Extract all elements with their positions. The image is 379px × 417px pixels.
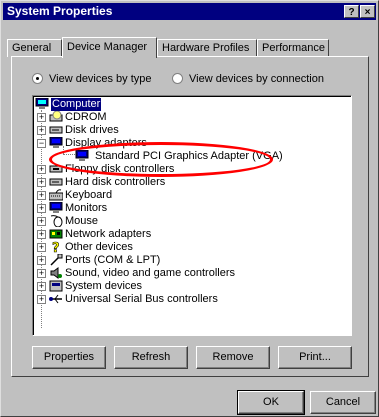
tree-item-label: CDROM <box>65 111 107 123</box>
remove-button[interactable]: Remove <box>196 346 270 369</box>
disk-drive-icon <box>49 126 63 134</box>
highlight-ellipse <box>49 142 273 177</box>
expand-toggle[interactable]: + <box>37 204 46 213</box>
expand-toggle[interactable]: + <box>37 269 46 278</box>
tree-item-label: Sound, video and game controllers <box>65 267 235 279</box>
expand-toggle[interactable]: + <box>37 217 46 226</box>
expand-toggle[interactable]: + <box>37 113 46 122</box>
display-adapter-icon <box>49 137 63 148</box>
tree-item-label: Universal Serial Bus controllers <box>65 293 218 305</box>
properties-button[interactable]: Properties <box>32 346 106 369</box>
svg-text:?: ? <box>52 241 60 253</box>
mouse-icon <box>50 215 63 227</box>
device-manager-panel: View devices by type View devices by con… <box>11 56 369 377</box>
port-icon <box>50 254 63 266</box>
expand-toggle[interactable]: + <box>37 126 46 135</box>
view-by-connection-label: View devices by connection <box>189 73 324 85</box>
hard-disk-controller-icon <box>49 178 63 186</box>
tree-item-label: Mouse <box>65 215 99 227</box>
window-title: System Properties <box>7 4 113 18</box>
radio-by-connection[interactable] <box>172 73 183 84</box>
title-bar[interactable]: System Properties ? × <box>3 3 376 20</box>
expand-toggle[interactable]: + <box>37 295 46 304</box>
view-by-connection-option[interactable]: View devices by connection <box>172 72 324 86</box>
sound-icon <box>50 267 62 279</box>
expand-toggle[interactable]: + <box>37 165 46 174</box>
tree-item-label: Disk drives <box>65 124 119 136</box>
tab-performance[interactable]: Performance <box>257 39 329 57</box>
expand-toggle[interactable]: + <box>37 230 46 239</box>
tab-hardware-profiles[interactable]: Hardware Profiles <box>157 39 257 57</box>
tree-item-label: System devices <box>65 280 143 292</box>
expand-toggle[interactable]: + <box>37 282 46 291</box>
ok-button[interactable]: OK <box>237 390 305 415</box>
tab-device-manager[interactable]: Device Manager <box>62 37 157 58</box>
tree-item-label: Network adapters <box>65 228 152 240</box>
expand-toggle[interactable]: + <box>37 256 46 265</box>
view-by-type-option[interactable]: View devices by type <box>32 72 152 86</box>
refresh-button[interactable]: Refresh <box>114 346 188 369</box>
expand-toggle[interactable]: + <box>37 191 46 200</box>
monitor-icon <box>49 202 63 213</box>
tab-general[interactable]: General <box>7 39 62 57</box>
computer-icon <box>35 98 49 109</box>
radio-by-type[interactable] <box>32 73 43 84</box>
cancel-button[interactable]: Cancel <box>310 391 376 414</box>
collapse-toggle[interactable]: − <box>37 139 46 148</box>
expand-toggle[interactable]: + <box>37 243 46 252</box>
keyboard-icon <box>49 189 63 201</box>
system-device-icon <box>49 280 63 292</box>
usb-icon <box>49 294 62 304</box>
network-adapter-icon <box>49 229 63 239</box>
tree-item-label: Ports (COM & LPT) <box>65 254 161 266</box>
tree-item-label: Hard disk controllers <box>65 176 166 188</box>
tree-item-label: Other devices <box>65 241 133 253</box>
print-button[interactable]: Print... <box>278 346 352 369</box>
system-properties-window: System Properties ? × General Device Man… <box>0 0 379 417</box>
tree-root-label: Computer <box>51 98 102 111</box>
tree-item-label: Keyboard <box>65 189 113 201</box>
help-button[interactable]: ? <box>344 5 359 18</box>
view-by-type-label: View devices by type <box>49 73 152 85</box>
question-mark-icon: ? <box>52 241 60 253</box>
device-tree[interactable]: Computer + CDROM + Disk drives − Display… <box>32 95 352 336</box>
close-button[interactable]: × <box>360 5 375 18</box>
expand-toggle[interactable]: + <box>37 178 46 187</box>
cdrom-icon <box>49 111 63 122</box>
tree-item-label: Monitors <box>65 202 108 214</box>
